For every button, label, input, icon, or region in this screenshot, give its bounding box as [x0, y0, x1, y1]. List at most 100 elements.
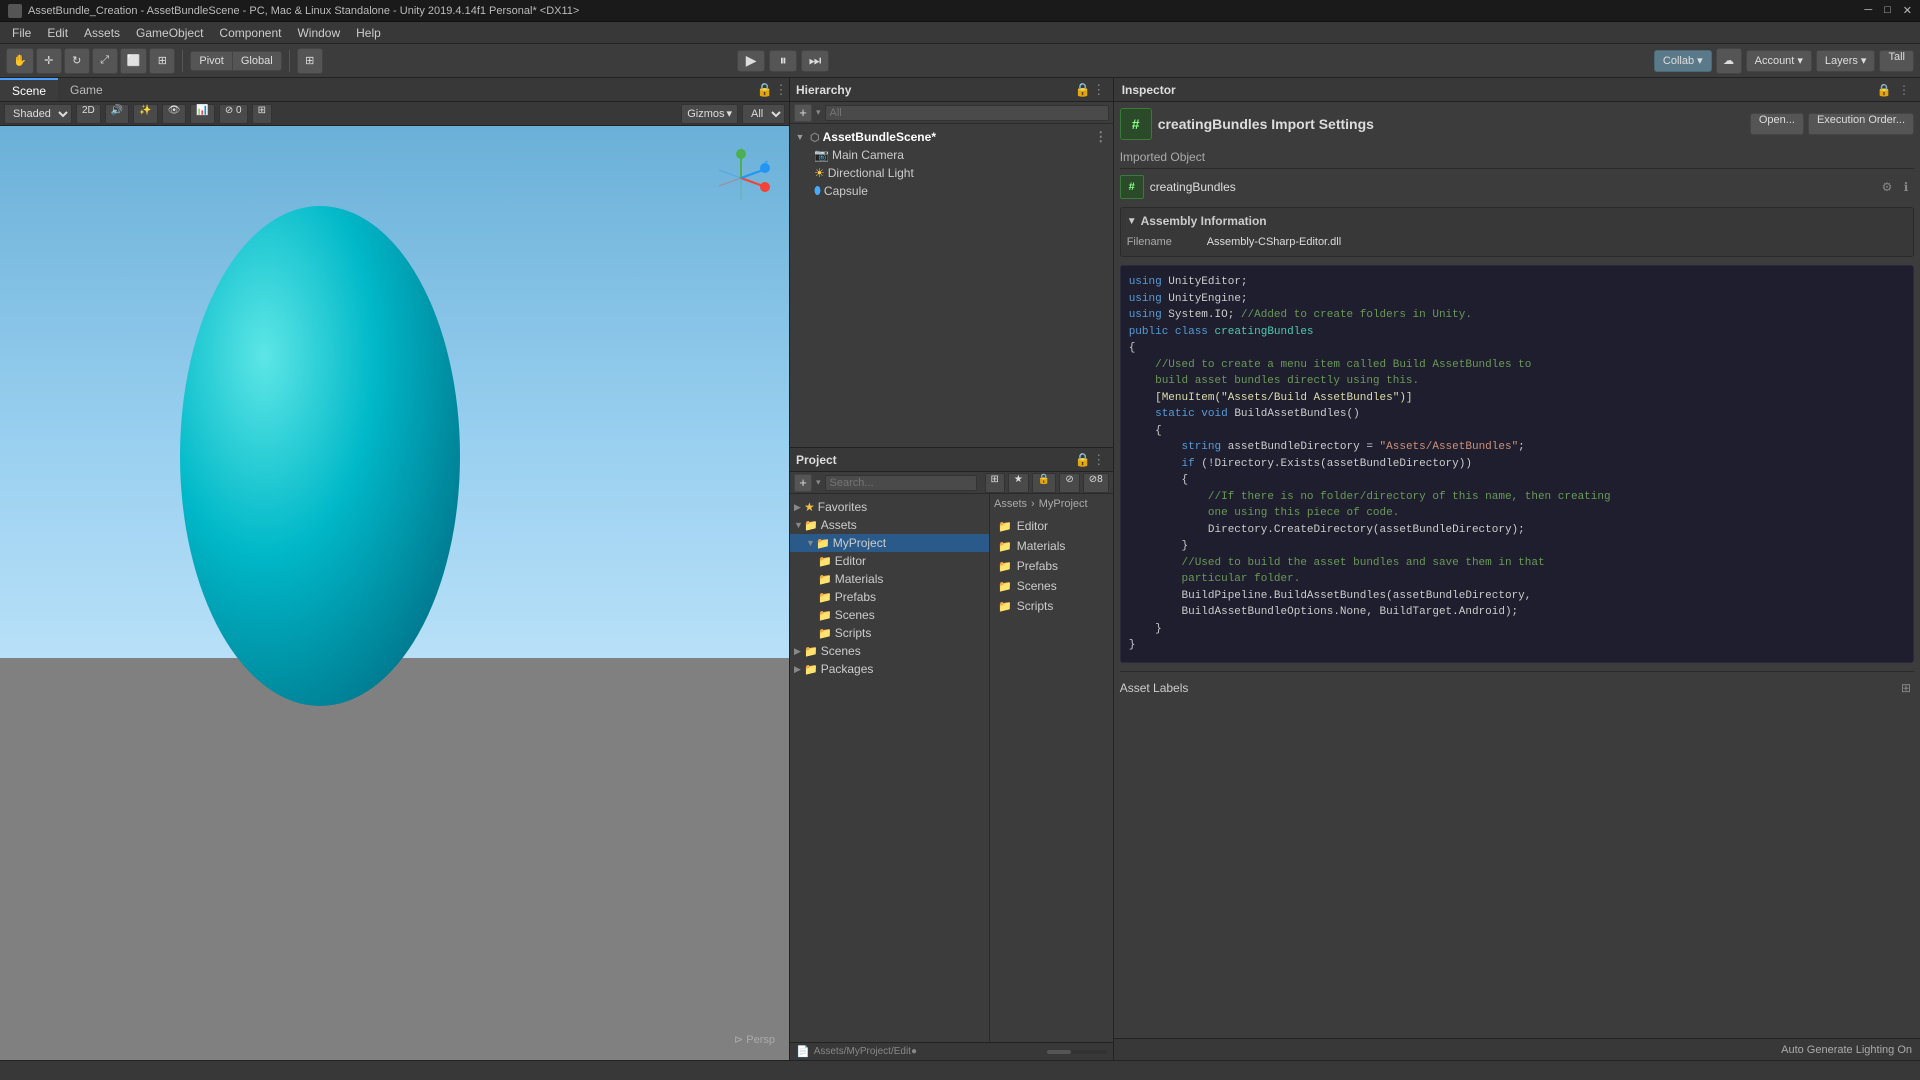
inspector-lock-icon[interactable]: 🔒 [1876, 82, 1892, 98]
audio-btn[interactable]: 🔊 [105, 104, 129, 124]
hierarchy-item-capsule[interactable]: ⬮ Capsule [790, 182, 1113, 200]
hand-tool-btn[interactable]: ✋ [6, 48, 34, 74]
pt-prefabs[interactable]: 📁 Prefabs [790, 588, 989, 606]
gizmos-btn[interactable]: Gizmos ▾ [681, 104, 738, 124]
minimize-btn[interactable]: ─ [1864, 4, 1872, 17]
menu-edit[interactable]: Edit [39, 24, 76, 42]
hierarchy-lock-icon[interactable]: 🔒 [1075, 82, 1091, 98]
sep-2 [289, 50, 290, 72]
pivot-btn[interactable]: Pivot [191, 52, 232, 70]
menu-help[interactable]: Help [348, 24, 389, 42]
imported-obj-row: # creatingBundles ⚙ ℹ [1120, 175, 1914, 199]
imported-settings-icon[interactable]: ⚙ [1879, 179, 1895, 195]
pt-favorites[interactable]: ▶ ★ Favorites [790, 498, 989, 516]
pf-prefabs-name: Prefabs [1017, 559, 1058, 573]
project-view-btn4[interactable]: ⊘ [1059, 473, 1079, 493]
transform-btn[interactable]: ⊞ [252, 104, 272, 124]
global-btn[interactable]: Global [233, 52, 281, 70]
pt-assets[interactable]: ▼ 📁 Assets [790, 516, 989, 534]
account-btn[interactable]: Account ▾ [1746, 50, 1812, 72]
asset-labels-icon[interactable]: ⊞ [1898, 680, 1914, 696]
scale-tool-btn[interactable]: ⤢ [92, 48, 118, 74]
hierarchy-toolbar: + ▾ [790, 102, 1113, 124]
project-view-btn2[interactable]: ★ [1008, 473, 1029, 493]
pt-scripts[interactable]: 📁 Scripts [790, 624, 989, 642]
project-lock-icon[interactable]: 🔒 [1075, 452, 1091, 468]
shading-select[interactable]: Shaded [4, 104, 72, 124]
viewport-panel: Scene Game 🔒 ⋮ Shaded 2D 🔊 ✨ 👁 📊 ⊘ 0 ⊞ G… [0, 78, 790, 1060]
project-search[interactable] [825, 475, 977, 491]
hierarchy-scene[interactable]: ▼ ⬡ AssetBundleScene* ⋮ [790, 128, 1113, 146]
tab-game[interactable]: Game [58, 78, 115, 101]
hierarchy-add-btn[interactable]: + [794, 104, 812, 122]
hierarchy-item-camera[interactable]: 📷 Main Camera [790, 146, 1113, 164]
viewport-lock-icon[interactable]: 🔒 [757, 82, 773, 98]
move-tool-btn[interactable]: ✛ [36, 48, 62, 74]
rect-tool-btn[interactable]: ⬜ [120, 48, 148, 74]
asset-labels-label: Asset Labels [1120, 681, 1189, 695]
hierarchy-add-arrow[interactable]: ▾ [816, 107, 821, 118]
pause-btn[interactable]: ⏸ [769, 50, 797, 72]
imported-icon: # [1120, 175, 1144, 199]
pf-prefabs[interactable]: 📁 Prefabs [994, 556, 1109, 576]
effects-btn[interactable]: ✨ [133, 104, 157, 124]
collab-btn[interactable]: Collab ▾ [1654, 50, 1712, 72]
viewport-canvas[interactable]: Y X Z ⊳ Persp [0, 126, 789, 1060]
inspector-content: # creatingBundles Import Settings Open..… [1114, 102, 1920, 1038]
pt-packages[interactable]: ▶ 📁 Packages [790, 660, 989, 678]
cloud-btn[interactable]: ☁ [1716, 48, 1742, 74]
breadcrumb-assets: Assets [994, 498, 1027, 510]
menu-assets[interactable]: Assets [76, 24, 128, 42]
project-add-btn[interactable]: + [794, 474, 812, 492]
pf-scenes[interactable]: 📁 Scenes [994, 576, 1109, 596]
2d-btn[interactable]: 2D [76, 104, 101, 124]
stats-btn[interactable]: 📊 [190, 104, 214, 124]
ground-bg [0, 658, 789, 1060]
menu-window[interactable]: Window [289, 24, 348, 42]
open-btn[interactable]: Open... [1750, 113, 1804, 135]
project-add-arrow[interactable]: ▾ [816, 477, 821, 488]
menu-gameobject[interactable]: GameObject [128, 24, 211, 42]
step-btn[interactable]: ⏭ [801, 50, 829, 72]
close-btn[interactable]: ✕ [1903, 4, 1912, 17]
pt-editor[interactable]: 📁 Editor [790, 552, 989, 570]
pf-editor[interactable]: 📁 Editor [994, 516, 1109, 536]
project-menu-icon[interactable]: ⋮ [1091, 452, 1107, 468]
viewport-menu-icon[interactable]: ⋮ [773, 82, 789, 98]
hidden-btn[interactable]: 👁 [162, 104, 187, 124]
rotate-tool-btn[interactable]: ↻ [64, 48, 90, 74]
pf-scripts[interactable]: 📁 Scripts [994, 596, 1109, 616]
scene-name: AssetBundleScene* [823, 130, 936, 144]
code-block: using UnityEditor; using UnityEngine; us… [1120, 265, 1914, 663]
menu-file[interactable]: File [4, 24, 39, 42]
execution-order-btn[interactable]: Execution Order... [1808, 113, 1914, 135]
gizmos-arrow: ▾ [726, 107, 732, 120]
maximize-btn[interactable]: □ [1884, 4, 1891, 17]
pt-myproject[interactable]: ▼ 📁 MyProject [790, 534, 989, 552]
imported-info-icon[interactable]: ℹ [1898, 179, 1914, 195]
inspector-menu-icon[interactable]: ⋮ [1896, 82, 1912, 98]
all-select[interactable]: All [742, 104, 785, 124]
pf-scenes-icon: 📁 [998, 580, 1012, 593]
snap-btn[interactable]: ⊞ [297, 48, 323, 74]
project-view-btn1[interactable]: ⊞ [985, 473, 1005, 493]
project-count: ⊘8 [1083, 473, 1109, 493]
pt-scenes[interactable]: 📁 Scenes [790, 606, 989, 624]
pf-materials-icon: 📁 [998, 540, 1012, 553]
pt-scenes2[interactable]: ▶ 📁 Scenes [790, 642, 989, 660]
menu-component[interactable]: Component [211, 24, 289, 42]
scene-menu-icon[interactable]: ⋮ [1093, 129, 1109, 145]
hierarchy-search[interactable] [825, 105, 1109, 121]
pt-materials[interactable]: 📁 Materials [790, 570, 989, 588]
project-view-btn3[interactable]: 🔒 [1032, 473, 1056, 493]
play-btn[interactable]: ▶ [737, 50, 765, 72]
multi-tool-btn[interactable]: ⊞ [149, 48, 175, 74]
layout-btn[interactable]: Tall [1879, 50, 1914, 72]
layers-btn[interactable]: Layers ▾ [1816, 50, 1876, 72]
tab-scene[interactable]: Scene [0, 78, 58, 101]
hierarchy-menu-icon[interactable]: ⋮ [1091, 82, 1107, 98]
pf-materials[interactable]: 📁 Materials [994, 536, 1109, 556]
layer-counter[interactable]: ⊘ 0 [219, 104, 248, 124]
materials-label: Materials [835, 572, 884, 586]
hierarchy-item-light[interactable]: ☀ Directional Light [790, 164, 1113, 182]
